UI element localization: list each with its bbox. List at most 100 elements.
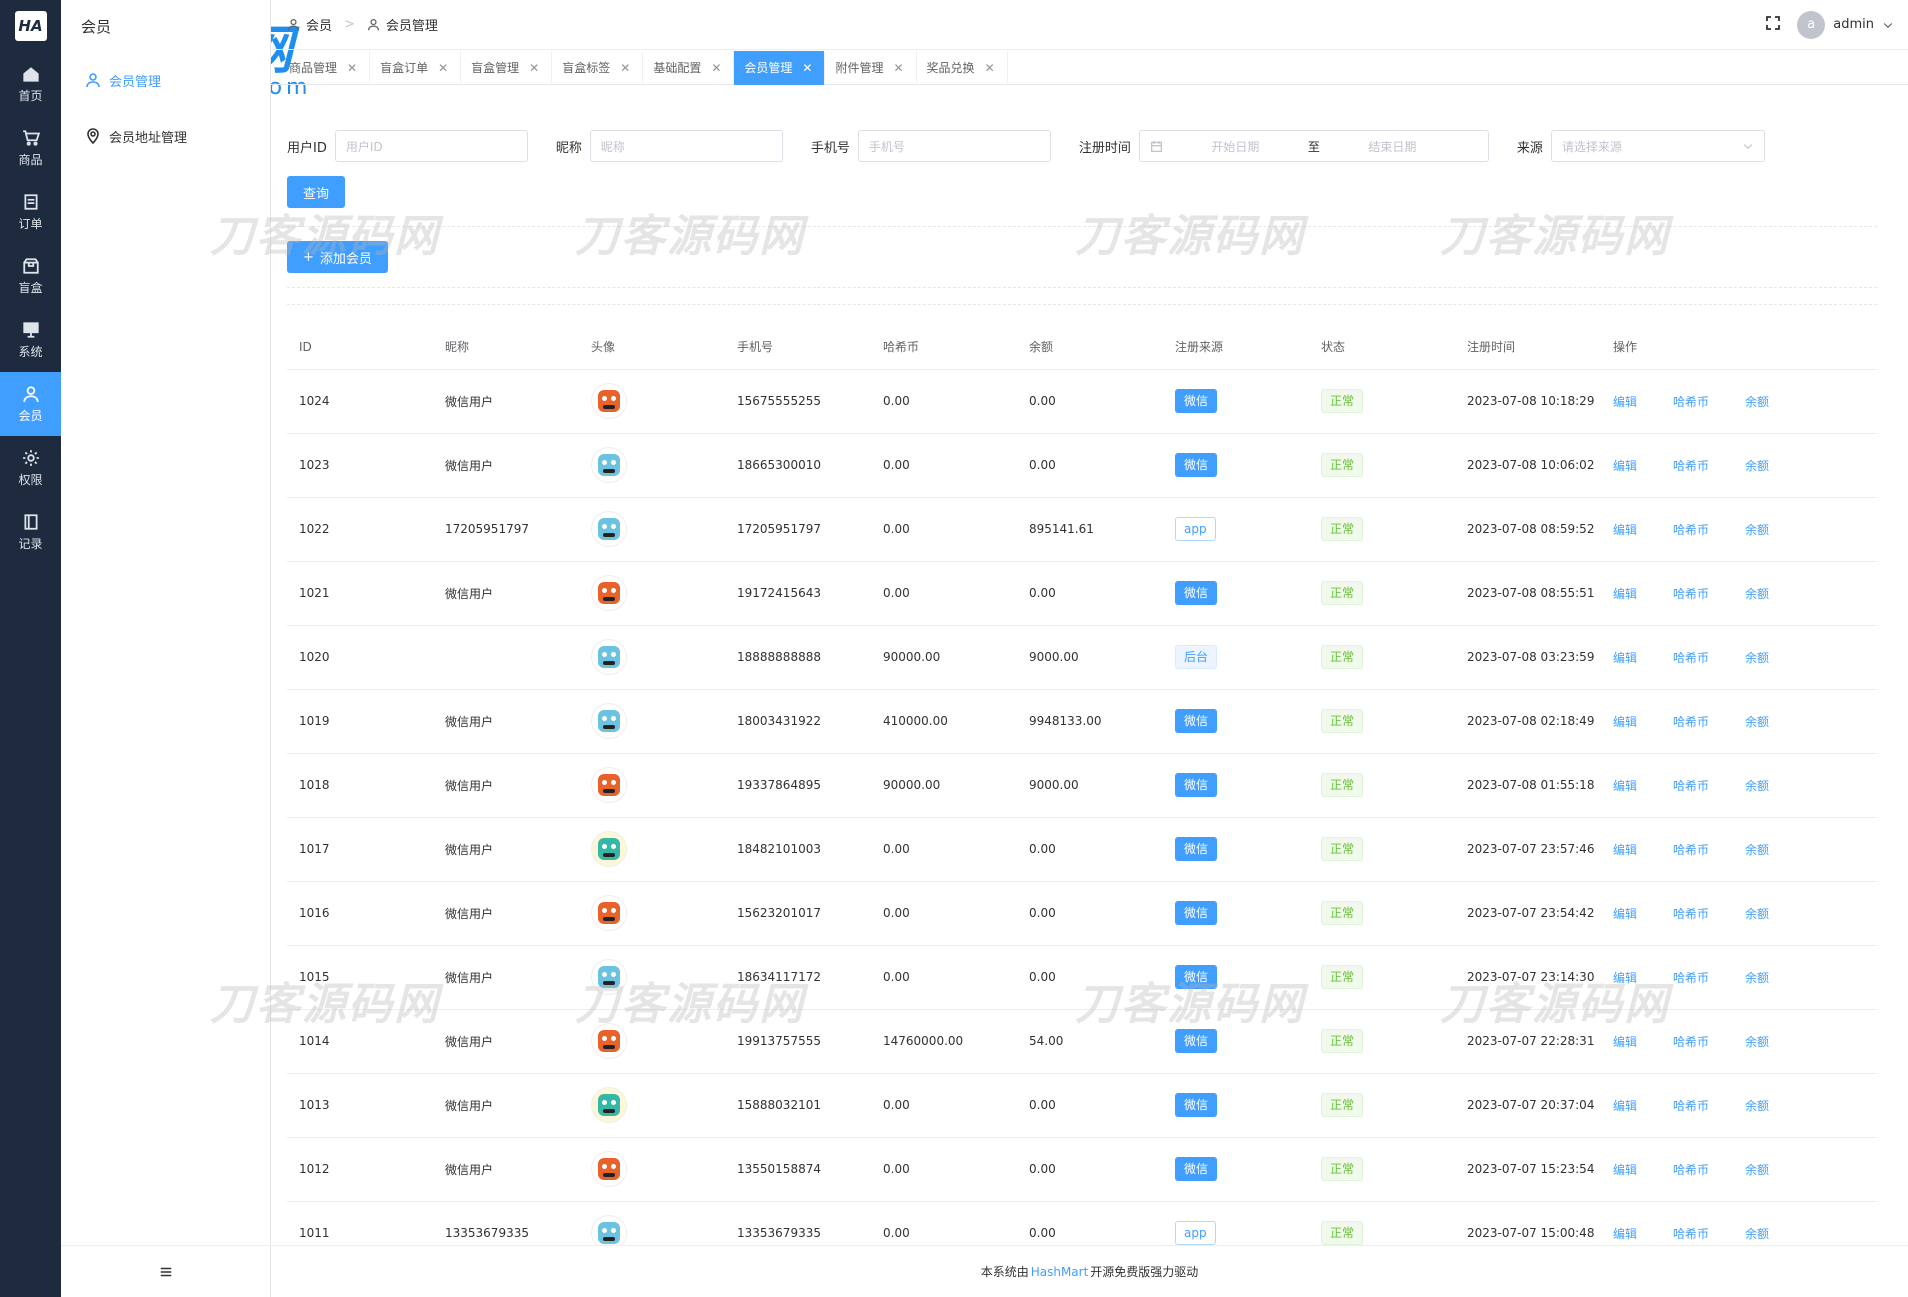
breadcrumb-item[interactable]: 会员 <box>306 15 332 34</box>
start-date-input[interactable]: 开始日期 <box>1211 138 1259 155</box>
fullscreen-icon[interactable] <box>1765 15 1781 35</box>
coin-link[interactable]: 哈希币 <box>1673 1163 1709 1177</box>
tab-3[interactable]: 盲盒标签 ✕ <box>552 50 644 85</box>
edit-link[interactable]: 编辑 <box>1613 1035 1637 1049</box>
coin-link[interactable]: 哈希币 <box>1673 587 1709 601</box>
calendar-icon <box>1150 140 1162 152</box>
sub-item-address-manage[interactable]: 会员地址管理 <box>61 108 270 164</box>
phone-input[interactable]: 手机号 <box>857 130 1051 162</box>
edit-link[interactable]: 编辑 <box>1613 907 1637 921</box>
coin-link[interactable]: 哈希币 <box>1673 1227 1709 1241</box>
balance-link[interactable]: 余额 <box>1745 523 1769 537</box>
user-menu[interactable]: a admin <box>1797 10 1894 39</box>
rail-item-2[interactable]: 订单 <box>0 180 61 244</box>
close-icon[interactable]: ✕ <box>802 61 812 75</box>
coin-link[interactable]: 哈希币 <box>1673 651 1709 665</box>
avatar <box>591 895 627 931</box>
coin-link[interactable]: 哈希币 <box>1673 395 1709 409</box>
balance-link[interactable]: 余额 <box>1745 715 1769 729</box>
tab-6[interactable]: 附件管理 ✕ <box>825 50 917 85</box>
edit-link[interactable]: 编辑 <box>1613 395 1637 409</box>
add-member-button[interactable]: + 添加会员 <box>287 241 388 273</box>
tab-4[interactable]: 基础配置 ✕ <box>643 50 735 85</box>
user-id-input[interactable]: 用户ID <box>334 130 528 162</box>
rail-item-7[interactable]: 记录 <box>0 500 61 564</box>
edit-link[interactable]: 编辑 <box>1613 523 1637 537</box>
balance-link[interactable]: 余额 <box>1745 459 1769 473</box>
close-icon[interactable]: ✕ <box>711 61 721 75</box>
coin-link[interactable]: 哈希币 <box>1673 1099 1709 1113</box>
sub-item-member-manage[interactable]: 会员管理 <box>61 52 270 108</box>
chevron-down-icon <box>1883 22 1893 28</box>
hashmart-link[interactable]: HashMart <box>1031 1265 1089 1279</box>
close-icon[interactable]: ✕ <box>893 61 903 75</box>
balance-link[interactable]: 余额 <box>1745 1227 1769 1241</box>
nickname-input[interactable]: 昵称 <box>589 130 783 162</box>
close-icon[interactable]: ✕ <box>620 61 630 75</box>
rail-item-label: 权限 <box>18 472 43 487</box>
edit-link[interactable]: 编辑 <box>1613 651 1637 665</box>
rail-item-3[interactable]: 盲盒 <box>0 244 61 308</box>
rail-item-5[interactable]: 会员 <box>0 372 61 436</box>
edit-link[interactable]: 编辑 <box>1613 715 1637 729</box>
coin-link[interactable]: 哈希币 <box>1673 523 1709 537</box>
tab-2[interactable]: 盲盒管理 ✕ <box>461 50 553 85</box>
source-label: 来源 <box>1516 140 1543 156</box>
coin-link[interactable]: 哈希币 <box>1673 843 1709 857</box>
query-button[interactable]: 查询 <box>287 176 346 208</box>
cell-coin: 0.00 <box>871 561 1017 626</box>
balance-link[interactable]: 余额 <box>1745 907 1769 921</box>
close-icon[interactable]: ✕ <box>347 61 357 75</box>
tab-0[interactable]: 商品管理 ✕ <box>279 50 371 85</box>
balance-link[interactable]: 余额 <box>1745 1035 1769 1049</box>
monitor-icon <box>22 321 39 338</box>
end-date-input[interactable]: 结束日期 <box>1368 138 1416 155</box>
rail-item-label: 会员 <box>18 408 43 423</box>
edit-link[interactable]: 编辑 <box>1613 1099 1637 1113</box>
balance-link[interactable]: 余额 <box>1745 1099 1769 1113</box>
balance-link[interactable]: 余额 <box>1745 1163 1769 1177</box>
coin-link[interactable]: 哈希币 <box>1673 459 1709 473</box>
rail-item-6[interactable]: 权限 <box>0 436 61 500</box>
close-icon[interactable]: ✕ <box>529 61 539 75</box>
edit-link[interactable]: 编辑 <box>1613 459 1637 473</box>
edit-link[interactable]: 编辑 <box>1613 843 1637 857</box>
balance-link[interactable]: 余额 <box>1745 779 1769 793</box>
rail-item-4[interactable]: 系统 <box>0 308 61 372</box>
balance-link[interactable]: 余额 <box>1745 971 1769 985</box>
edit-link[interactable]: 编辑 <box>1613 1227 1637 1241</box>
coin-link[interactable]: 哈希币 <box>1673 907 1709 921</box>
edit-link[interactable]: 编辑 <box>1613 779 1637 793</box>
rail-item-0[interactable]: 首页 <box>0 52 61 116</box>
status-badge: 正常 <box>1321 1093 1364 1117</box>
cell-nickname: 13353679335 <box>433 1201 579 1247</box>
source-select[interactable]: 请选择来源 <box>1550 130 1765 162</box>
cell-reg-time: 2023-07-08 10:06:02 <box>1455 433 1601 498</box>
coin-link[interactable]: 哈希币 <box>1673 971 1709 985</box>
cell-nickname: 微信用户 <box>433 945 579 1010</box>
coin-link[interactable]: 哈希币 <box>1673 1035 1709 1049</box>
coin-link[interactable]: 哈希币 <box>1673 715 1709 729</box>
balance-link[interactable]: 余额 <box>1745 395 1769 409</box>
app-logo: HA <box>0 0 61 52</box>
tab-5[interactable]: 会员管理 ✕ <box>734 50 826 85</box>
rail-item-1[interactable]: 商品 <box>0 116 61 180</box>
collapse-menu-button[interactable] <box>61 1245 271 1297</box>
edit-link[interactable]: 编辑 <box>1613 1163 1637 1177</box>
coin-link[interactable]: 哈希币 <box>1673 779 1709 793</box>
balance-link[interactable]: 余额 <box>1745 843 1769 857</box>
balance-link[interactable]: 余额 <box>1745 651 1769 665</box>
close-icon[interactable]: ✕ <box>985 61 995 75</box>
date-range-picker[interactable]: 开始日期 至 结束日期 <box>1138 130 1489 162</box>
edit-link[interactable]: 编辑 <box>1613 587 1637 601</box>
close-icon[interactable]: ✕ <box>438 61 448 75</box>
tab-7[interactable]: 奖品兑换 ✕ <box>917 50 1008 85</box>
rail-item-label: 首页 <box>18 88 43 103</box>
balance-link[interactable]: 余额 <box>1745 587 1769 601</box>
divider <box>287 304 1877 305</box>
cell-id: 1016 <box>287 881 433 946</box>
edit-link[interactable]: 编辑 <box>1613 971 1637 985</box>
tab-1[interactable]: 盲盒订单 ✕ <box>370 50 462 85</box>
cell-coin: 0.00 <box>871 1201 1017 1247</box>
footer: 本系统由 HashMart 开源免费版强力驱动 <box>271 1245 1908 1297</box>
